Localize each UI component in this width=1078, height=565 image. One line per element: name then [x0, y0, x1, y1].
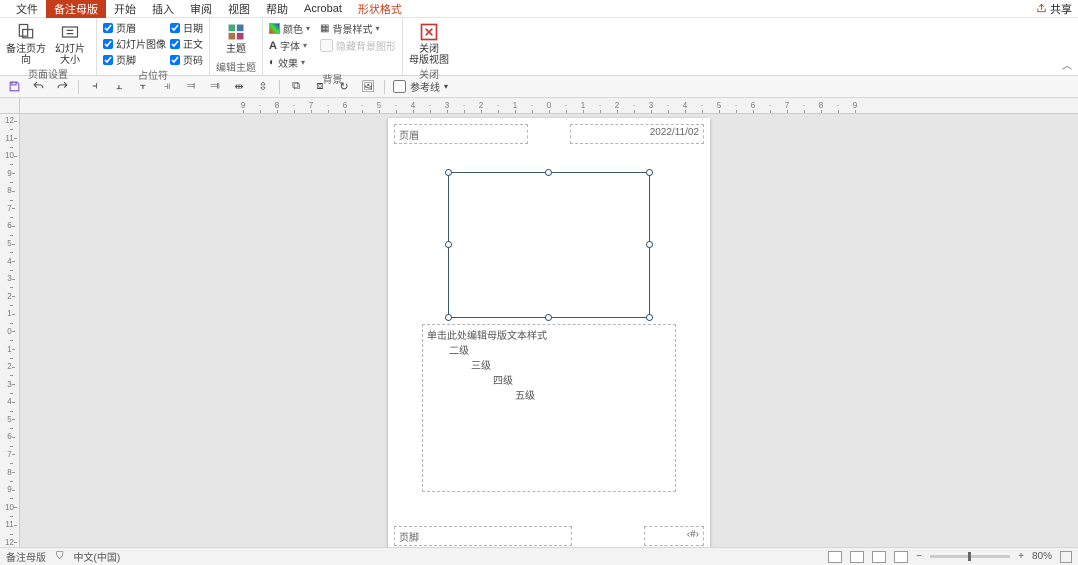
view-normal-button[interactable] [828, 551, 842, 563]
share-icon [1036, 3, 1047, 14]
ruler-vertical[interactable]: 1211109876543210123456789101112 [0, 114, 20, 547]
orientation-icon [16, 22, 36, 42]
zoom-level[interactable]: 80% [1032, 551, 1052, 562]
chk-slide-image[interactable]: 幻灯片图像 [103, 36, 166, 51]
notes-orientation-button[interactable]: 备注页方向 [6, 20, 46, 66]
group-label-close: 关闭 [409, 66, 449, 82]
status-bar: 备注母版 ⛉ 中文(中国) − + 80% [0, 547, 1078, 565]
view-reading-button[interactable] [872, 551, 886, 563]
tab-notes-master[interactable]: 备注母版 [46, 0, 106, 19]
zoom-slider[interactable] [930, 555, 1010, 558]
themes-button[interactable]: 主题 [216, 20, 256, 55]
canvas-scroll[interactable]: 页眉 2022/11/02 单击此处编辑母版文本样式 二级 三级 四级 五级 页… [20, 114, 1078, 547]
themes-label: 主题 [226, 44, 246, 55]
close-icon [419, 22, 439, 42]
ruler-horizontal[interactable]: 9·8·7·6·5·4·3·2·1·0·1·2·3·4·5·6·7·8·9 [20, 98, 1078, 114]
tab-acrobat[interactable]: Acrobat [296, 1, 350, 17]
slide-image-placeholder[interactable] [448, 172, 650, 318]
group-label-page-setup: 页面设置 [6, 66, 90, 82]
view-sorter-button[interactable] [850, 551, 864, 563]
align-bottom-button[interactable]: ⫥ [207, 79, 223, 95]
editor-area: 9·8·7·6·5·4·3·2·1·0·1·2·3·4·5·6·7·8·9 12… [0, 98, 1078, 547]
body-level-2: 二级 [449, 342, 671, 357]
footer-placeholder[interactable]: 页脚 [394, 526, 572, 546]
tab-view[interactable]: 视图 [220, 0, 258, 19]
group-label-background: 背景 [269, 71, 396, 87]
group-edit-theme: 主题 编辑主题 [210, 18, 263, 75]
tab-insert[interactable]: 插入 [144, 0, 182, 19]
slide-size-icon [60, 22, 80, 42]
status-language[interactable]: 中文(中国) [74, 549, 121, 564]
chk-body[interactable]: 正文 [170, 36, 203, 51]
tab-shape-format[interactable]: 形状格式 [350, 0, 410, 19]
resize-handle-s[interactable] [545, 314, 552, 321]
bg-style-icon: ▦ [320, 23, 329, 34]
zoom-out-button[interactable]: − [916, 551, 922, 562]
body-placeholder[interactable]: 单击此处编辑母版文本样式 二级 三级 四级 五级 [422, 324, 676, 492]
tab-home[interactable]: 开始 [106, 0, 144, 19]
group-label-placeholders: 占位符 [103, 67, 203, 83]
slide-size-button[interactable]: 幻灯片 大小 [50, 20, 90, 66]
distribute-h-button[interactable]: ⇹ [231, 79, 247, 95]
resize-handle-ne[interactable] [646, 169, 653, 176]
group-page-setup: 备注页方向 幻灯片 大小 页面设置 [0, 18, 97, 75]
chk-date[interactable]: 日期 [170, 20, 203, 35]
fit-to-window-button[interactable] [1060, 551, 1072, 563]
ruler-corner [0, 98, 20, 114]
bg-style-button[interactable]: ▦背景样式▾ [320, 20, 396, 37]
effects-button[interactable]: ◐效果▾ [269, 54, 310, 71]
close-master-button[interactable]: 关闭 母版视图 [409, 20, 449, 66]
ribbon-collapse-button[interactable]: ︿ [1062, 57, 1072, 72]
tab-help[interactable]: 帮助 [258, 0, 296, 19]
slide-size-label: 幻灯片 大小 [55, 44, 85, 66]
effects-icon: ◐ [269, 57, 275, 68]
zoom-in-button[interactable]: + [1018, 551, 1024, 562]
page-number-placeholder[interactable]: ‹#› [644, 526, 704, 546]
chk-footer[interactable]: 页脚 [103, 52, 166, 67]
orientation-label: 备注页方向 [6, 44, 46, 66]
share-button[interactable]: 共享 [1036, 1, 1072, 17]
status-mode: 备注母版 [6, 549, 46, 564]
body-level-3: 三级 [471, 357, 671, 372]
view-slideshow-button[interactable] [894, 551, 908, 563]
chk-page-num[interactable]: 页码 [170, 52, 203, 67]
close-master-label: 关闭 母版视图 [409, 44, 449, 66]
ribbon: 备注页方向 幻灯片 大小 页面设置 页眉 幻灯片图像 页脚 日期 正文 页码 占… [0, 18, 1078, 76]
colors-button[interactable]: 颜色▾ [269, 20, 310, 37]
menu-bar: 文件 备注母版 开始 插入 审阅 视图 帮助 Acrobat 形状格式 共享 [0, 0, 1078, 18]
resize-handle-n[interactable] [545, 169, 552, 176]
group-background: 颜色▾ A字体▾ ◐效果▾ ▦背景样式▾ 隐藏背景图形 背景 [263, 18, 403, 75]
accessibility-icon[interactable]: ⛉ [56, 551, 64, 562]
date-placeholder[interactable]: 2022/11/02 [570, 124, 704, 144]
tab-review[interactable]: 审阅 [182, 0, 220, 19]
chk-hide-bg[interactable]: 隐藏背景图形 [320, 37, 396, 54]
resize-handle-nw[interactable] [445, 169, 452, 176]
resize-handle-sw[interactable] [445, 314, 452, 321]
fonts-button[interactable]: A字体▾ [269, 37, 310, 54]
header-placeholder[interactable]: 页眉 [394, 124, 528, 144]
share-label: 共享 [1050, 1, 1072, 17]
group-close: 关闭 母版视图 关闭 [403, 18, 455, 75]
tab-file[interactable]: 文件 [8, 0, 46, 19]
resize-handle-e[interactable] [646, 241, 653, 248]
body-level-4: 四级 [493, 372, 671, 387]
chk-header[interactable]: 页眉 [103, 20, 166, 35]
body-level-1: 单击此处编辑母版文本样式 [427, 327, 671, 342]
resize-handle-se[interactable] [646, 314, 653, 321]
themes-icon [226, 22, 246, 42]
notes-page[interactable]: 页眉 2022/11/02 单击此处编辑母版文本样式 二级 三级 四级 五级 页… [388, 118, 710, 547]
body-level-5: 五级 [515, 387, 671, 402]
resize-handle-w[interactable] [445, 241, 452, 248]
group-label-edit-theme: 编辑主题 [216, 59, 256, 75]
group-placeholders: 页眉 幻灯片图像 页脚 日期 正文 页码 占位符 [97, 18, 210, 75]
